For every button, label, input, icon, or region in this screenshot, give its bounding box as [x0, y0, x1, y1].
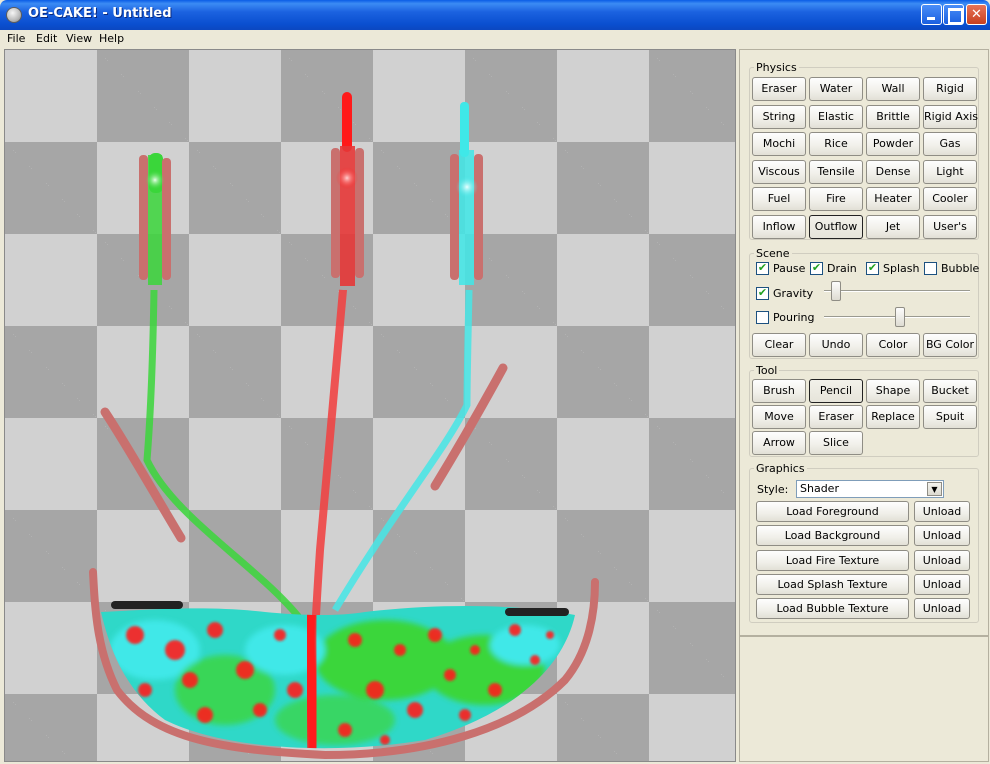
physics-button-elastic[interactable]: Elastic: [809, 104, 863, 129]
physics-button-wall[interactable]: Wall: [866, 77, 920, 101]
load-button-1[interactable]: Load Background: [756, 525, 909, 547]
load-button-3[interactable]: Load Splash Texture: [756, 573, 909, 595]
gravity-checkbox[interactable]: ✔: [756, 287, 769, 300]
tool-button-spuit[interactable]: Spuit: [923, 405, 977, 429]
tool-button-shape[interactable]: Shape: [866, 379, 920, 403]
style-select[interactable]: Shader ▼: [796, 480, 944, 498]
simulation-canvas[interactable]: [4, 49, 736, 762]
clear-button[interactable]: Clear: [752, 333, 806, 357]
right-dark-bar: [505, 608, 569, 616]
physics-button-water[interactable]: Water: [809, 77, 863, 101]
unload-button-3[interactable]: Unload: [914, 573, 970, 595]
tool-button-move[interactable]: Move: [752, 405, 806, 429]
menu-bar: File Edit View Help: [0, 30, 990, 48]
gravity-label: Gravity: [773, 287, 814, 300]
panel-bottom-area: [739, 636, 989, 762]
tool-button-arrow[interactable]: Arrow: [752, 431, 806, 455]
maximize-button[interactable]: [943, 4, 964, 25]
cyan-jet-top: [460, 102, 469, 157]
physics-button-dense[interactable]: Dense: [866, 159, 920, 184]
pouring-checkbox[interactable]: [756, 311, 769, 324]
physics-label: Physics: [754, 61, 799, 74]
bg-color-button[interactable]: BG Color: [923, 333, 977, 357]
graphics-label: Graphics: [754, 462, 807, 475]
splash-label: Splash: [883, 262, 920, 275]
control-panel: Physics Eraser Water Wall Rigid String Elasti…: [739, 49, 989, 636]
physics-button-user-s[interactable]: User's: [923, 215, 977, 239]
physics-button-rice[interactable]: Rice: [809, 132, 863, 157]
minimize-button[interactable]: [921, 4, 942, 25]
red-nozzle: [331, 146, 364, 286]
cyan-stream: [331, 289, 473, 612]
physics-button-jet[interactable]: Jet: [866, 215, 920, 239]
physics-button-eraser[interactable]: Eraser: [752, 77, 806, 101]
pause-checkbox[interactable]: ✔: [756, 262, 769, 275]
pause-label: Pause: [773, 262, 806, 275]
physics-button-rigid-axis[interactable]: Rigid Axis: [923, 104, 978, 129]
physics-button-fuel[interactable]: Fuel: [752, 187, 806, 212]
unload-button-2[interactable]: Unload: [914, 549, 970, 571]
drain-label: Drain: [827, 262, 857, 275]
physics-button-mochi[interactable]: Mochi: [752, 132, 806, 157]
drain-checkbox[interactable]: ✔: [810, 262, 823, 275]
cyan-nozzle: [450, 150, 483, 285]
tool-button-bucket[interactable]: Bucket: [923, 379, 977, 403]
physics-button-cooler[interactable]: Cooler: [923, 187, 977, 212]
style-value: Shader: [800, 482, 839, 495]
tool-button-slice[interactable]: Slice: [809, 431, 863, 455]
left-deflector: [100, 407, 186, 543]
chevron-down-icon[interactable]: ▼: [927, 482, 942, 496]
unload-button-1[interactable]: Unload: [914, 525, 970, 547]
physics-button-gas[interactable]: Gas: [923, 132, 977, 157]
physics-button-outflow[interactable]: Outflow: [809, 215, 863, 239]
tool-button-eraser[interactable]: Eraser: [809, 405, 863, 429]
unload-button-4[interactable]: Unload: [914, 598, 970, 620]
green-stream: [143, 289, 308, 628]
load-button-0[interactable]: Load Foreground: [756, 501, 909, 522]
tool-button-brush[interactable]: Brush: [752, 379, 806, 403]
physics-button-brittle[interactable]: Brittle: [866, 104, 920, 129]
close-button[interactable]: ✕: [966, 4, 987, 25]
physics-button-rigid[interactable]: Rigid: [923, 77, 977, 101]
bubble-checkbox[interactable]: [924, 262, 937, 275]
physics-button-string[interactable]: String: [752, 104, 806, 129]
splash-checkbox[interactable]: ✔: [866, 262, 879, 275]
scene-label: Scene: [754, 247, 792, 260]
menu-view[interactable]: View: [66, 32, 92, 45]
load-button-2[interactable]: Load Fire Texture: [756, 549, 909, 571]
tool-button-pencil[interactable]: Pencil: [809, 379, 863, 403]
menu-edit[interactable]: Edit: [36, 32, 57, 45]
title-bar: OE-CAKE! - Untitled ✕: [0, 0, 990, 30]
pouring-label: Pouring: [773, 311, 815, 324]
menu-file[interactable]: File: [7, 32, 25, 45]
physics-button-inflow[interactable]: Inflow: [752, 215, 806, 239]
gravity-slider[interactable]: [830, 281, 841, 301]
pouring-slider[interactable]: [894, 307, 905, 327]
window-title: OE-CAKE! - Untitled: [28, 6, 172, 21]
gravity-slider-track: [824, 290, 970, 292]
red-jet-top: [342, 92, 352, 152]
unload-button-0[interactable]: Unload: [914, 501, 970, 522]
physics-button-fire[interactable]: Fire: [809, 187, 863, 212]
menu-help[interactable]: Help: [99, 32, 124, 45]
physics-button-light[interactable]: Light: [923, 159, 977, 184]
green-nozzle: [139, 155, 171, 285]
physics-button-viscous[interactable]: Viscous: [752, 159, 806, 184]
physics-button-tensile[interactable]: Tensile: [809, 159, 863, 184]
load-button-4[interactable]: Load Bubble Texture: [756, 598, 909, 620]
fluid-scene: [89, 92, 599, 760]
color-button[interactable]: Color: [866, 333, 920, 357]
style-label: Style:: [757, 483, 789, 496]
tool-label: Tool: [754, 364, 780, 377]
physics-button-heater[interactable]: Heater: [866, 187, 920, 212]
bubble-label: Bubble: [941, 262, 980, 275]
tool-button-replace[interactable]: Replace: [866, 405, 920, 429]
app-icon: [6, 7, 22, 23]
undo-button[interactable]: Undo: [809, 333, 863, 357]
left-dark-bar: [111, 601, 183, 609]
physics-button-powder[interactable]: Powder: [866, 132, 920, 157]
